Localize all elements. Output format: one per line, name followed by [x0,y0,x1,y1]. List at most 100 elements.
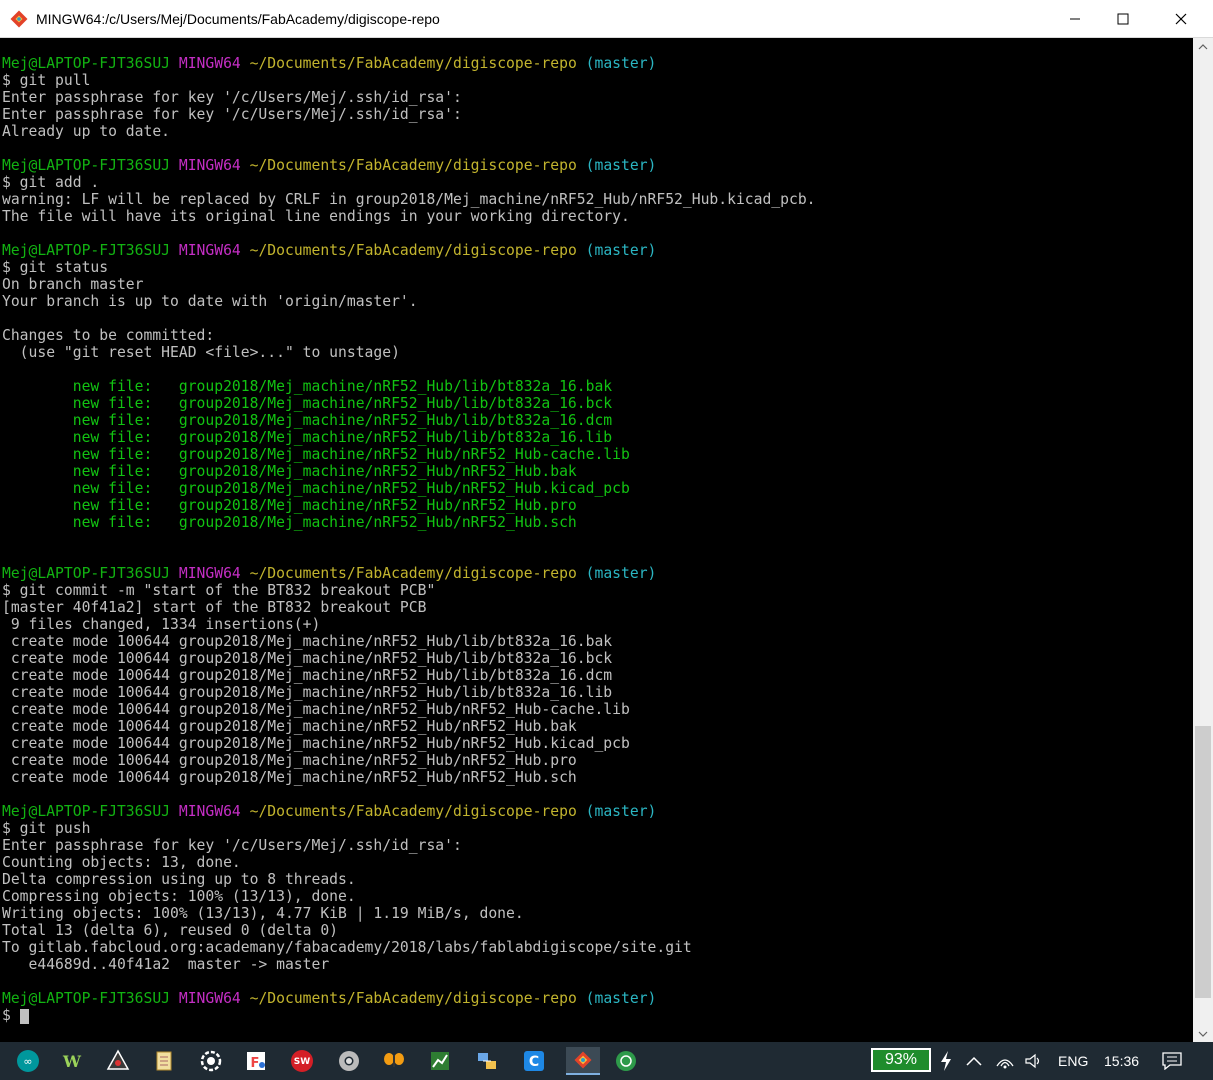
output-line [2,361,816,378]
output-line: Writing objects: 100% (13/13), 4.77 KiB … [2,905,524,922]
prompt-line: Mej@LAPTOP-FJT36SUJ MINGW64 ~/Documents/… [2,242,657,259]
blank-line [2,786,816,803]
chart-app-icon[interactable] [426,1047,454,1075]
blank-line [2,973,816,990]
output-line: On branch master [2,276,144,293]
output-line: 9 files changed, 1334 insertions(+) [2,616,321,633]
prompt-line: Mej@LAPTOP-FJT36SUJ MINGW64 ~/Documents/… [2,990,657,1007]
output-line: The file will have its original line end… [2,208,630,225]
output-line: create mode 100644 group2018/Mej_machine… [2,752,577,769]
blank-line [2,140,816,157]
arduino-icon[interactable]: ∞ [14,1047,42,1075]
command-line: $ git add . [2,174,100,191]
maximize-button[interactable] [1100,0,1146,38]
clock[interactable]: 15:36 [1104,1042,1139,1080]
git-bash-icon [10,10,28,28]
output-line: create mode 100644 group2018/Mej_machine… [2,735,630,752]
notepad-icon[interactable] [150,1047,178,1075]
svg-text:C: C [529,1054,539,1070]
output-line [2,310,816,327]
output-line: warning: LF will be replaced by CRLF in … [2,191,816,208]
winavr-icon[interactable]: W [58,1047,86,1075]
wifi-icon[interactable] [993,1047,1017,1075]
circle-app-icon[interactable] [612,1047,640,1075]
output-line: Enter passphrase for key '/c/Users/Mej/.… [2,837,462,854]
output-line: create mode 100644 group2018/Mej_machine… [2,718,577,735]
output-line: (use "git reset HEAD <file>..." to unsta… [2,344,400,361]
scroll-down-button[interactable] [1193,1025,1213,1042]
output-line: Changes to be committed: [2,327,215,344]
close-button[interactable] [1158,0,1204,38]
language-indicator[interactable]: ENG [1058,1042,1088,1080]
speaker-icon[interactable] [1022,1047,1046,1075]
title-bar: MINGW64:/c/Users/Mej/Documents/FabAcadem… [0,0,1213,38]
output-line: create mode 100644 group2018/Mej_machine… [2,684,613,701]
prompt-line: Mej@LAPTOP-FJT36SUJ MINGW64 ~/Documents/… [2,803,657,820]
svg-text:∞: ∞ [23,1055,32,1068]
notifications-icon[interactable] [1158,1047,1186,1075]
terminal-area[interactable]: Mej@LAPTOP-FJT36SUJ MINGW64 ~/Documents/… [0,38,1193,1042]
svg-text:F: F [251,1056,260,1071]
window-title: MINGW64:/c/Users/Mej/Documents/FabAcadem… [36,11,440,27]
vertical-scrollbar[interactable] [1193,38,1213,1042]
new-file-line: new file: group2018/Mej_machine/nRF52_Hu… [2,412,613,429]
output-line: Enter passphrase for key '/c/Users/Mej/.… [2,89,462,106]
network-app-icon[interactable] [473,1047,501,1075]
output-line: Enter passphrase for key '/c/Users/Mej/.… [2,106,462,123]
new-file-line: new file: group2018/Mej_machine/nRF52_Hu… [2,480,630,497]
new-file-line: new file: group2018/Mej_machine/nRF52_Hu… [2,446,630,463]
blank-line [2,548,816,565]
chrome-icon[interactable] [335,1047,363,1075]
prompt-line: Mej@LAPTOP-FJT36SUJ MINGW64 ~/Documents/… [2,55,657,72]
chevron-up-icon[interactable] [962,1047,986,1075]
power-icon[interactable] [936,1047,956,1075]
prompt-line: Mej@LAPTOP-FJT36SUJ MINGW64 ~/Documents/… [2,157,657,174]
output-line: Already up to date. [2,123,171,140]
output-line: create mode 100644 group2018/Mej_machine… [2,633,613,650]
output-line: create mode 100644 group2018/Mej_machine… [2,701,630,718]
output-line: Compressing objects: 100% (13/13), done. [2,888,356,905]
chevron-down-icon [1198,1031,1208,1037]
command-line: $ git push [2,820,91,837]
git-icon[interactable] [566,1047,600,1075]
inkscape-icon[interactable] [104,1047,132,1075]
new-file-line: new file: group2018/Mej_machine/nRF52_Hu… [2,514,577,531]
scroll-up-button[interactable] [1193,38,1213,55]
output-line: create mode 100644 group2018/Mej_machine… [2,667,613,684]
svg-text:SW: SW [294,1057,310,1067]
minimize-icon [1070,18,1080,20]
taskbar: ∞ W F SW C 93% ENG 15:36 [0,1042,1213,1080]
butterfly-icon[interactable] [380,1047,408,1075]
output-line: [master 40f41a2] start of the BT832 brea… [2,599,427,616]
output-line: Your branch is up to date with 'origin/m… [2,293,418,310]
foxit-icon[interactable]: F [242,1047,270,1075]
new-file-line: new file: group2018/Mej_machine/nRF52_Hu… [2,378,613,395]
blank-line [2,531,816,548]
close-icon [1175,13,1187,25]
output-line: create mode 100644 group2018/Mej_machine… [2,650,613,667]
settings-gear-icon[interactable] [197,1047,225,1075]
command-line: $ git pull [2,72,91,89]
svg-text:W: W [62,1052,82,1071]
prompt-line: Mej@LAPTOP-FJT36SUJ MINGW64 ~/Documents/… [2,565,657,582]
input-line[interactable]: $ [2,1007,816,1024]
cura-icon[interactable]: C [520,1047,548,1075]
command-line: $ git commit -m "start of the BT832 brea… [2,582,436,599]
maximize-icon [1117,13,1129,25]
minimize-button[interactable] [1052,0,1098,38]
scroll-thumb[interactable] [1195,726,1211,998]
solidworks-icon[interactable]: SW [288,1047,316,1075]
output-line: Delta compression using up to 8 threads. [2,871,356,888]
new-file-line: new file: group2018/Mej_machine/nRF52_Hu… [2,395,613,412]
chevron-up-icon [1198,43,1208,49]
output-line: To gitlab.fabcloud.org:academany/fabacad… [2,939,692,956]
output-line: Counting objects: 13, done. [2,854,241,871]
new-file-line: new file: group2018/Mej_machine/nRF52_Hu… [2,497,577,514]
new-file-line: new file: group2018/Mej_machine/nRF52_Hu… [2,429,613,446]
new-file-line: new file: group2018/Mej_machine/nRF52_Hu… [2,463,577,480]
terminal-output: Mej@LAPTOP-FJT36SUJ MINGW64 ~/Documents/… [2,55,816,1024]
text-cursor [19,1008,29,1024]
command-line: $ git status [2,259,109,276]
output-line: create mode 100644 group2018/Mej_machine… [2,769,577,786]
battery-indicator[interactable]: 93% [871,1048,931,1072]
